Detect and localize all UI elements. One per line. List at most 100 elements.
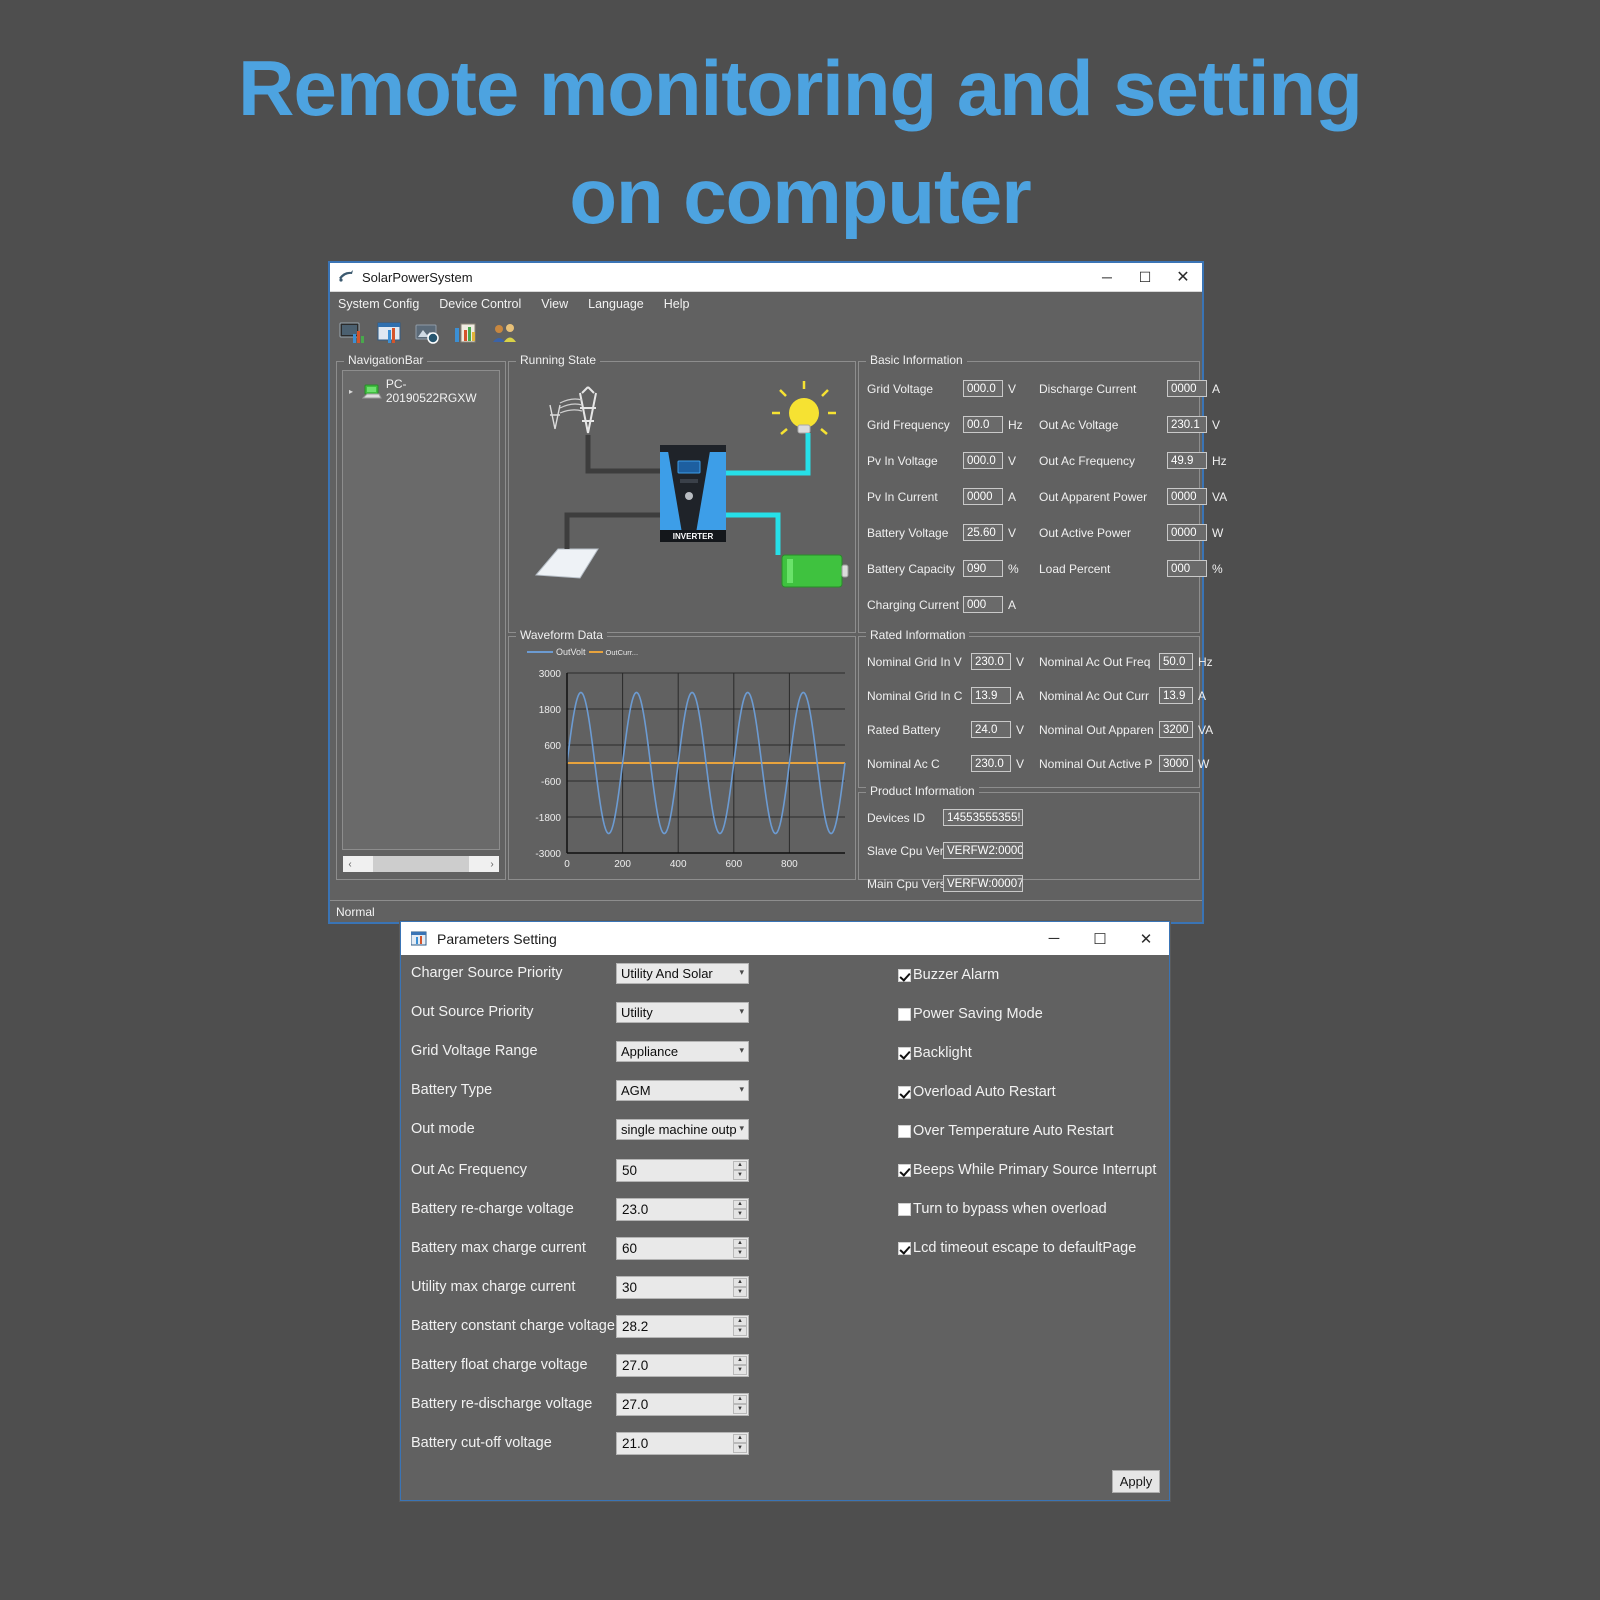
checkbox-checked-icon[interactable] [898,968,911,982]
minimize-button[interactable]: ─ [1088,263,1126,291]
scroll-right-arrow[interactable]: › [485,859,499,870]
rated-info-value[interactable]: 230.0 [971,755,1011,772]
spinner-up-icon[interactable]: ▲ [733,1355,747,1365]
parameter-checkbox-row[interactable]: Lcd timeout escape to defaultPage [898,1240,1136,1256]
spinner-down-icon[interactable]: ▼ [733,1209,747,1219]
basic-info-value[interactable]: 00.0 [963,416,1003,433]
parameter-spinner[interactable]: 21.0 ▲ ▼ [616,1431,749,1455]
checkbox-checked-icon[interactable] [898,1241,911,1255]
basic-info-value[interactable]: 0000 [1167,524,1207,541]
basic-info-value[interactable]: 0000 [1167,488,1207,505]
product-info-value[interactable]: VERFW:00007 [943,875,1023,892]
basic-info-value[interactable]: 0000 [963,488,1003,505]
parameter-spinner-value[interactable]: 21.0 [622,1436,648,1451]
basic-info-value[interactable]: 000 [963,596,1003,613]
nav-tree-item[interactable]: ▸ PC-20190522RGXW [343,371,499,405]
chevron-down-icon[interactable]: ▾ [739,1006,744,1017]
parameter-checkbox-row[interactable]: Beeps While Primary Source Interrupt [898,1162,1156,1178]
close-button[interactable]: ✕ [1164,263,1202,291]
parameter-spinner[interactable]: 60 ▲ ▼ [616,1236,749,1260]
spinner-up-icon[interactable]: ▲ [733,1160,747,1170]
parameter-checkbox-row[interactable]: Over Temperature Auto Restart [898,1123,1113,1139]
rated-info-value[interactable]: 24.0 [971,721,1011,738]
spinner-down-icon[interactable]: ▼ [733,1404,747,1414]
chevron-down-icon[interactable]: ▾ [739,1123,744,1134]
parameter-spinner-value[interactable]: 27.0 [622,1358,648,1373]
parameter-spinner[interactable]: 27.0 ▲ ▼ [616,1392,749,1416]
product-info-value[interactable]: VERFW2:0000 [943,842,1023,859]
basic-info-value[interactable]: 25.60 [963,524,1003,541]
parameter-spinner[interactable]: 28.2 ▲ ▼ [616,1314,749,1338]
parameter-spinner-value[interactable]: 23.0 [622,1202,648,1217]
parameter-spinner[interactable]: 50 ▲ ▼ [616,1158,749,1182]
basic-info-value[interactable]: 000 [1167,560,1207,577]
spinner-up-icon[interactable]: ▲ [733,1277,747,1287]
spinner-up-icon[interactable]: ▲ [733,1316,747,1326]
parameter-combo[interactable]: Utility ▾ [616,1001,749,1023]
parameter-spinner[interactable]: 27.0 ▲ ▼ [616,1353,749,1377]
parameter-combo[interactable]: AGM ▾ [616,1079,749,1101]
scroll-left-arrow[interactable]: ‹ [343,859,357,870]
parameters-minimize-button[interactable]: ─ [1031,922,1077,955]
parameter-spinner-value[interactable]: 50 [622,1163,637,1178]
parameter-combo[interactable]: Utility And Solar ▾ [616,962,749,984]
spinner-buttons[interactable]: ▲ ▼ [733,1433,747,1453]
rated-info-value[interactable]: 13.9 [971,687,1011,704]
menu-item-system-config[interactable]: System Config [338,297,419,311]
basic-info-value[interactable]: 49.9 [1167,452,1207,469]
spinner-buttons[interactable]: ▲ ▼ [733,1160,747,1180]
spinner-down-icon[interactable]: ▼ [733,1326,747,1336]
parameter-combo[interactable]: single machine outp ▾ [616,1118,749,1140]
checkbox-checked-icon[interactable] [898,1046,911,1060]
spinner-down-icon[interactable]: ▼ [733,1287,747,1297]
parameter-combo[interactable]: Appliance ▾ [616,1040,749,1062]
checkbox-unchecked-icon[interactable] [898,1202,911,1216]
parameter-checkbox-row[interactable]: Overload Auto Restart [898,1084,1056,1100]
parameter-checkbox-row[interactable]: Backlight [898,1045,972,1061]
navigation-tree[interactable]: ▸ PC-20190522RGXW [342,370,500,850]
rated-info-value[interactable]: 50.0 [1159,653,1193,670]
parameter-checkbox-row[interactable]: Buzzer Alarm [898,967,999,983]
chart-report-icon[interactable] [452,320,482,348]
chevron-down-icon[interactable]: ▾ [739,1045,744,1056]
parameter-spinner[interactable]: 23.0 ▲ ▼ [616,1197,749,1221]
basic-info-value[interactable]: 000.0 [963,380,1003,397]
rated-info-value[interactable]: 230.0 [971,653,1011,670]
maximize-button[interactable]: ☐ [1126,263,1164,291]
checkbox-unchecked-icon[interactable] [898,1007,911,1021]
spinner-buttons[interactable]: ▲ ▼ [733,1316,747,1336]
spinner-up-icon[interactable]: ▲ [733,1199,747,1209]
navigation-horizontal-scrollbar[interactable]: ‹ › [343,856,499,872]
spinner-up-icon[interactable]: ▲ [733,1238,747,1248]
rated-info-value[interactable]: 3000 [1159,755,1193,772]
spinner-up-icon[interactable]: ▲ [733,1433,747,1443]
checkbox-checked-icon[interactable] [898,1163,911,1177]
spinner-down-icon[interactable]: ▼ [733,1170,747,1180]
checkbox-unchecked-icon[interactable] [898,1124,911,1138]
scrollbar-thumb[interactable] [373,856,469,872]
parameters-close-button[interactable]: ✕ [1123,922,1169,955]
window-settings-icon[interactable] [376,320,406,348]
spinner-buttons[interactable]: ▲ ▼ [733,1355,747,1375]
parameter-checkbox-row[interactable]: Turn to bypass when overload [898,1201,1107,1217]
spinner-down-icon[interactable]: ▼ [733,1248,747,1258]
parameter-checkbox-row[interactable]: Power Saving Mode [898,1006,1043,1022]
parameter-spinner-value[interactable]: 30 [622,1280,637,1295]
chevron-down-icon[interactable]: ▾ [739,1084,744,1095]
product-info-value[interactable]: 14553555355! [943,809,1023,826]
monitor-chart-icon[interactable] [338,320,368,348]
spinner-buttons[interactable]: ▲ ▼ [733,1277,747,1297]
menu-item-help[interactable]: Help [664,297,690,311]
parameters-maximize-button[interactable]: ☐ [1077,922,1123,955]
spinner-buttons[interactable]: ▲ ▼ [733,1199,747,1219]
spinner-down-icon[interactable]: ▼ [733,1365,747,1375]
parameter-spinner-value[interactable]: 28.2 [622,1319,648,1334]
spinner-up-icon[interactable]: ▲ [733,1394,747,1404]
parameter-spinner-value[interactable]: 27.0 [622,1397,648,1412]
users-icon[interactable] [490,320,520,348]
basic-info-value[interactable]: 000.0 [963,452,1003,469]
rated-info-value[interactable]: 3200 [1159,721,1193,738]
checkbox-checked-icon[interactable] [898,1085,911,1099]
apply-button[interactable]: Apply [1112,1470,1160,1493]
basic-info-value[interactable]: 230.1 [1167,416,1207,433]
